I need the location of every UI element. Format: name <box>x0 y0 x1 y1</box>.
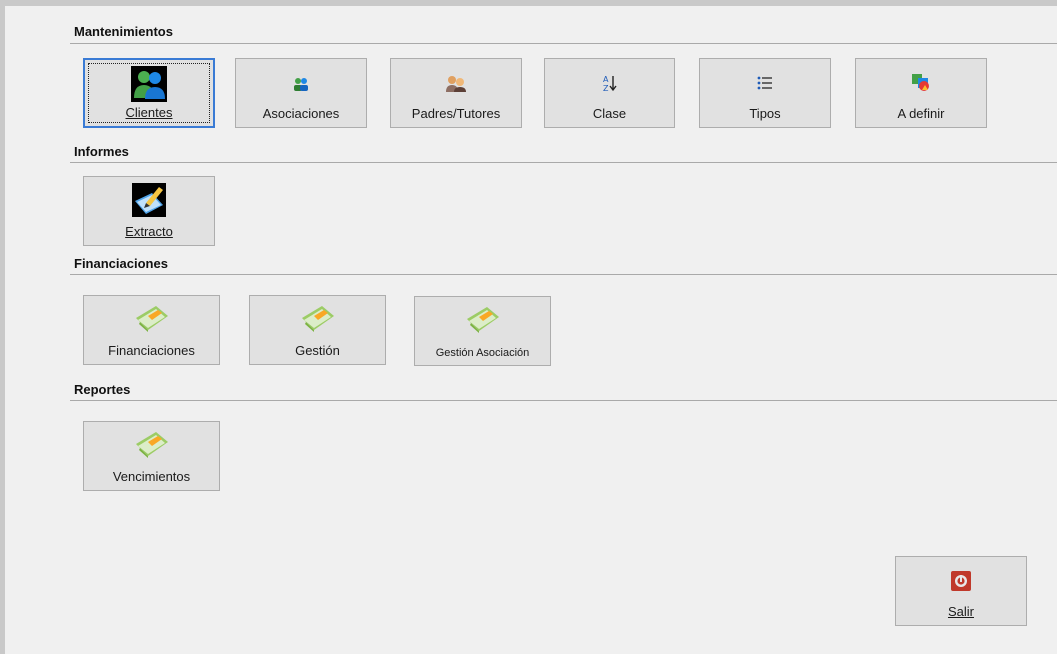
section-title-reportes: Reportes <box>74 382 131 397</box>
extracto-label: Extracto <box>125 224 173 239</box>
parents-icon <box>446 76 466 92</box>
gestion-asociacion-label: Gestión Asociación <box>435 347 530 359</box>
padres-tutores-label: Padres/Tutores <box>411 106 501 121</box>
association-icon <box>294 78 308 91</box>
svg-text:A: A <box>603 75 609 84</box>
a-definir-button[interactable]: A definir <box>855 58 987 128</box>
extracto-button[interactable]: Extracto <box>83 176 215 246</box>
salir-label: Salir <box>947 604 974 619</box>
edit-document-icon <box>132 183 166 217</box>
clientes-label: Clientes <box>125 105 173 120</box>
asociaciones-label: Asociaciones <box>262 106 340 121</box>
window-top-border <box>0 0 1057 6</box>
section-divider <box>70 162 1057 163</box>
vencimientos-button[interactable]: Vencimientos <box>83 421 220 491</box>
a-definir-label: A definir <box>897 106 945 121</box>
section-divider <box>70 274 1057 275</box>
vencimientos-label: Vencimientos <box>112 469 191 484</box>
financiaciones-label: Financiaciones <box>108 343 195 358</box>
clase-button[interactable]: A Z Clase <box>544 58 675 128</box>
clientes-button[interactable]: Clientes <box>83 58 215 128</box>
section-divider <box>70 400 1057 401</box>
section-title-informes: Informes <box>74 144 129 159</box>
section-title-mantenimientos: Mantenimientos <box>74 24 173 39</box>
section-title-financiaciones: Financiaciones <box>74 256 168 271</box>
window-left-border <box>0 0 5 654</box>
tipos-label: Tipos <box>749 106 781 121</box>
gestion-asociacion-button[interactable]: Gestión Asociación <box>414 296 551 366</box>
gestion-label: Gestión <box>295 343 340 358</box>
asociaciones-button[interactable]: Asociaciones <box>235 58 367 128</box>
financiaciones-button[interactable]: Financiaciones <box>83 295 220 365</box>
section-divider <box>70 43 1057 44</box>
users-icon <box>131 66 167 102</box>
sort-az-icon: A Z <box>603 75 617 92</box>
power-icon <box>951 571 971 591</box>
money-icon <box>466 307 499 333</box>
money-icon <box>301 306 334 332</box>
list-icon <box>757 76 772 90</box>
padres-tutores-button[interactable]: Padres/Tutores <box>390 58 522 128</box>
gestion-button[interactable]: Gestión <box>249 295 386 365</box>
tipos-button[interactable]: Tipos <box>699 58 831 128</box>
money-icon <box>135 306 168 332</box>
svg-text:Z: Z <box>603 84 609 92</box>
shapes-icon <box>912 74 929 91</box>
salir-button[interactable]: Salir <box>895 556 1027 626</box>
clase-label: Clase <box>592 106 627 121</box>
money-icon <box>135 432 168 458</box>
